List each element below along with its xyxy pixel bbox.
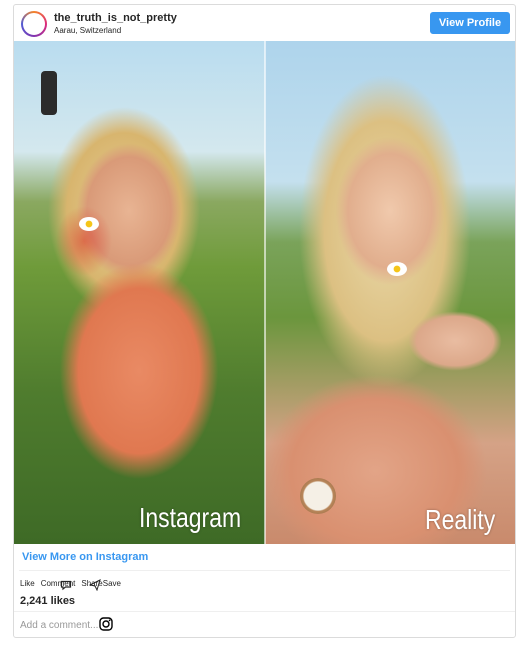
instagram-side-photo: Instagram (14, 41, 265, 544)
avatar[interactable] (21, 11, 47, 37)
wristwatch (41, 71, 57, 115)
wristwatch (300, 478, 336, 514)
share-button[interactable]: Share (81, 578, 103, 591)
avatar-image (23, 13, 45, 35)
like-button[interactable]: Like (20, 579, 35, 588)
post-header: the_truth_is_not_pretty Aarau, Switzerla… (14, 5, 515, 41)
username[interactable]: the_truth_is_not_pretty (54, 12, 177, 24)
daisy-flower (387, 262, 407, 276)
daisy-flower (79, 217, 99, 231)
reality-side-photo: Reality (265, 41, 515, 544)
divider (19, 570, 510, 571)
save-label: Save (102, 578, 121, 588)
photo-divider (264, 41, 266, 544)
likes-count[interactable]: 2,241 likes (20, 595, 75, 607)
post-image[interactable]: Instagram Reality (14, 41, 515, 544)
instagram-icon[interactable] (99, 617, 113, 631)
instagram-embed-card: the_truth_is_not_pretty Aarau, Switzerla… (13, 4, 516, 638)
share-icon (89, 578, 102, 591)
location[interactable]: Aarau, Switzerland (54, 26, 121, 35)
divider (14, 611, 515, 612)
view-more-link[interactable]: View More on Instagram (22, 551, 148, 563)
action-bar: Like Comment Share Save (20, 576, 127, 591)
comment-icon (60, 580, 71, 590)
reality-caption: Reality (425, 504, 496, 535)
like-label: Like (20, 578, 35, 588)
save-button[interactable]: Save (103, 579, 121, 588)
instagram-caption: Instagram (139, 502, 242, 533)
add-comment-input[interactable]: Add a comment... (20, 620, 98, 631)
view-profile-button[interactable]: View Profile (430, 12, 510, 34)
comment-button[interactable]: Comment (41, 579, 75, 590)
